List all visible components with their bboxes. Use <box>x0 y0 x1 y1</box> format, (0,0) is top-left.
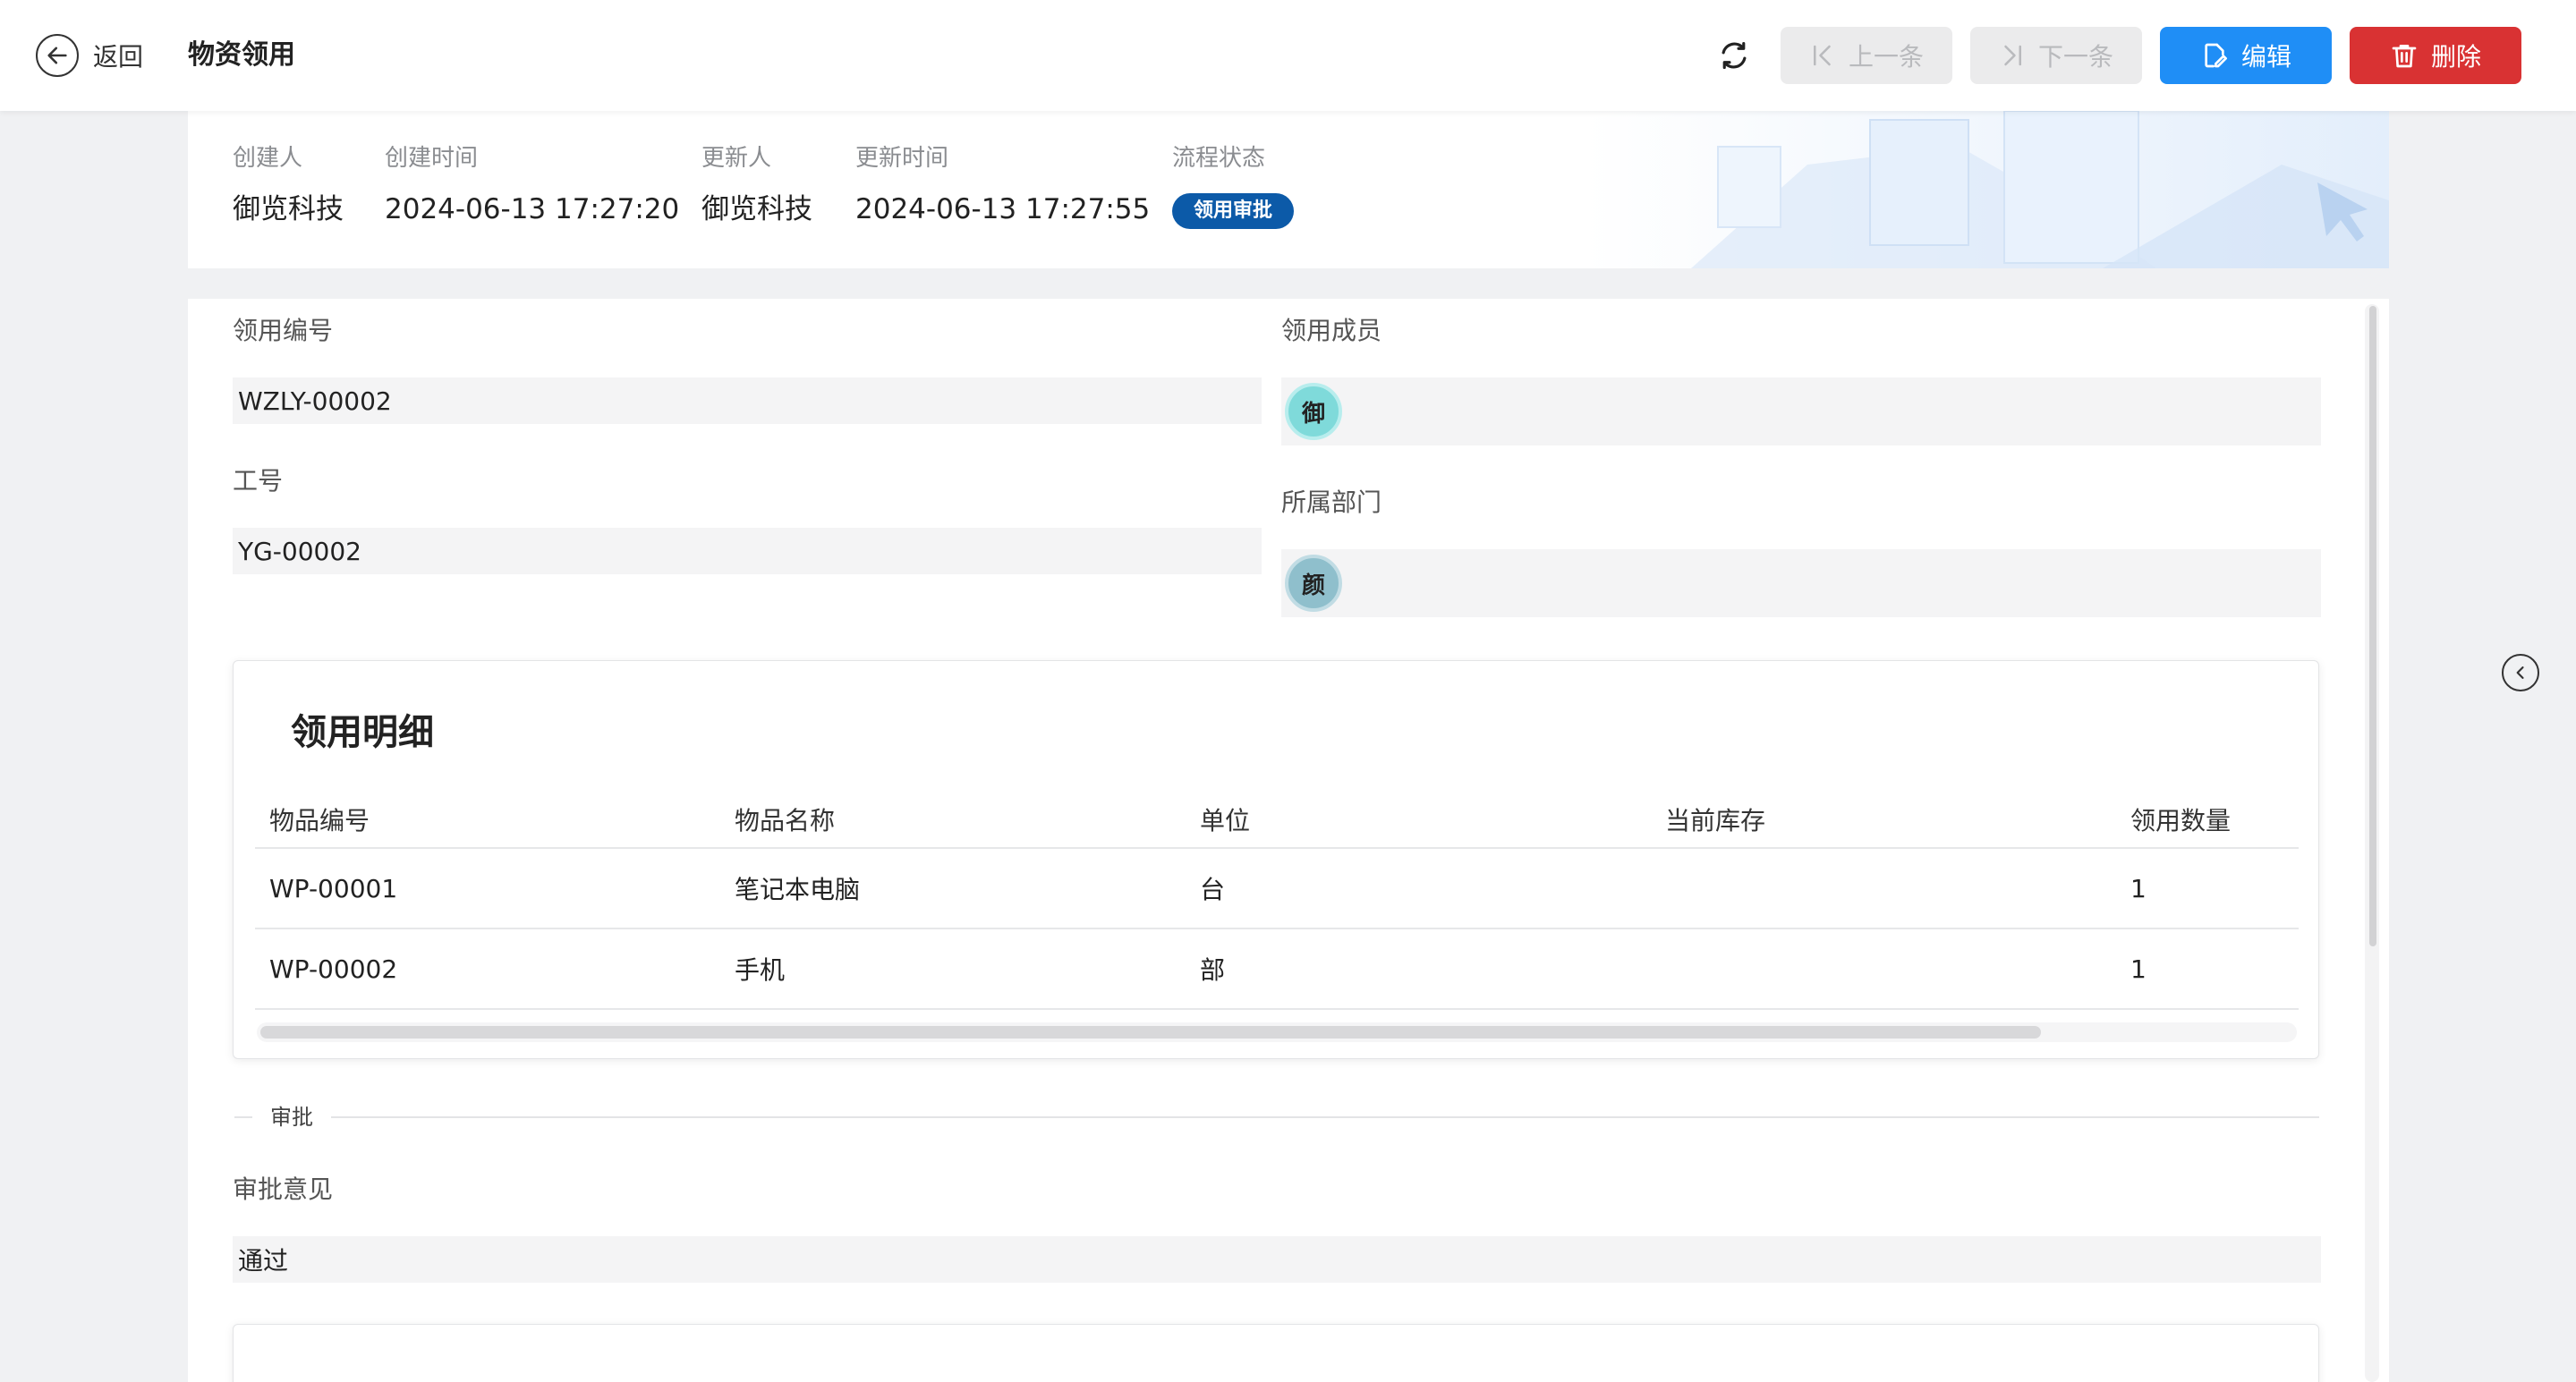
avatar[interactable]: 御 <box>1285 383 1342 440</box>
item-qty-cell: 1 <box>2130 954 2147 984</box>
refresh-icon <box>1722 41 1747 70</box>
delete-button[interactable]: 删除 <box>2350 27 2521 84</box>
updated-time-label: 更新时间 <box>855 145 949 172</box>
code-label: 领用编号 <box>233 316 334 345</box>
column-header: 物品名称 <box>735 806 836 835</box>
column-header: 领用数量 <box>2130 806 2232 835</box>
updater-label: 更新人 <box>701 145 772 172</box>
vertical-scrollbar-thumb[interactable] <box>2369 306 2376 946</box>
skip-prev-icon <box>1813 45 1831 66</box>
back-label: 返回 <box>93 42 144 72</box>
creator-value: 御览科技 <box>233 193 344 225</box>
approval-section-label: 审批 <box>270 1105 313 1130</box>
column-header: 当前库存 <box>1665 806 1766 835</box>
skip-next-icon <box>2004 45 2021 66</box>
arrow-left-icon <box>36 34 79 77</box>
flow-record-card <box>233 1324 2319 1382</box>
detail-title: 领用明细 <box>291 712 434 753</box>
emp-no-label: 工号 <box>233 466 284 496</box>
record-meta-card: 创建人 御览科技 创建时间 2024-06-13 17:27:20 更新人 御览… <box>188 111 2389 268</box>
meta-updater: 更新人 御览科技 <box>701 143 812 227</box>
dept-label: 所属部门 <box>1281 488 1382 517</box>
chevron-left-icon <box>2516 666 2524 679</box>
emp-no-value: YG-00002 <box>238 536 361 566</box>
top-header: 返回 物资领用 上一条 下一条 编辑 删除 <box>0 0 2576 111</box>
refresh-button[interactable] <box>1711 32 1757 79</box>
table-row[interactable]: WP-00001 笔记本电脑 台 1 <box>255 849 2299 929</box>
back-button[interactable]: 返回 <box>36 32 143 79</box>
code-value: WZLY-00002 <box>238 386 392 416</box>
item-name-cell: 笔记本电脑 <box>735 875 861 904</box>
item-code-cell: WP-00001 <box>269 873 398 903</box>
item-unit-cell: 部 <box>1200 955 1226 985</box>
updater-value: 御览科技 <box>701 193 812 225</box>
member-field: 御 <box>1281 377 2321 445</box>
next-record-button[interactable]: 下一条 <box>1970 27 2142 84</box>
item-code-cell: WP-00002 <box>269 954 398 984</box>
edit-button[interactable]: 编辑 <box>2160 27 2332 84</box>
column-header: 物品编号 <box>269 806 370 835</box>
opinion-label: 审批意见 <box>233 1174 334 1204</box>
creator-label: 创建人 <box>233 145 303 172</box>
horizontal-scrollbar-thumb[interactable] <box>260 1026 2041 1039</box>
decorative-illustration <box>1584 111 2389 268</box>
meta-updated-time: 更新时间 2024-06-13 17:27:55 <box>855 143 1150 227</box>
opinion-field: 通过 <box>233 1236 2321 1283</box>
detail-table-card: 领用明细 物品编号 物品名称 单位 当前库存 领用数量 WP-00001 笔记本… <box>233 660 2319 1059</box>
prev-label: 上一条 <box>1848 42 1924 72</box>
item-name-cell: 手机 <box>735 955 786 985</box>
code-field: WZLY-00002 <box>233 377 1262 424</box>
item-qty-cell: 1 <box>2130 873 2147 903</box>
delete-label: 删除 <box>2430 42 2481 72</box>
divider <box>234 1116 252 1118</box>
member-label: 领用成员 <box>1281 316 1382 345</box>
meta-creator: 创建人 御览科技 <box>233 143 344 227</box>
meta-status: 流程状态 领用审批 <box>1172 143 1295 229</box>
column-header: 单位 <box>1200 806 1251 835</box>
edit-document-icon <box>2205 43 2227 68</box>
divider <box>331 1116 2319 1118</box>
dept-avatar[interactable]: 颜 <box>1285 555 1342 612</box>
next-label: 下一条 <box>2037 42 2113 72</box>
table-header: 物品编号 物品名称 单位 当前库存 领用数量 <box>255 792 2299 849</box>
created-time-label: 创建时间 <box>385 145 479 172</box>
status-badge: 领用审批 <box>1172 193 1295 229</box>
dept-field: 颜 <box>1281 549 2321 617</box>
emp-no-field: YG-00002 <box>233 528 1262 574</box>
created-time-value: 2024-06-13 17:27:20 <box>385 193 680 225</box>
collapse-panel-button[interactable] <box>2502 654 2539 691</box>
item-unit-cell: 台 <box>1200 875 1226 904</box>
page-title: 物资领用 <box>188 39 295 71</box>
trash-icon <box>2392 45 2417 68</box>
table-row[interactable]: WP-00002 手机 部 1 <box>255 929 2299 1010</box>
form-card: 领用编号 WZLY-00002 工号 YG-00002 领用成员 御 所属部门 … <box>188 299 2389 1382</box>
status-label: 流程状态 <box>1172 145 1266 172</box>
prev-record-button[interactable]: 上一条 <box>1781 27 1952 84</box>
edit-label: 编辑 <box>2240 42 2291 72</box>
opinion-value: 通过 <box>238 1246 289 1276</box>
meta-created-time: 创建时间 2024-06-13 17:27:20 <box>385 143 679 227</box>
updated-time-value: 2024-06-13 17:27:55 <box>855 193 1151 225</box>
